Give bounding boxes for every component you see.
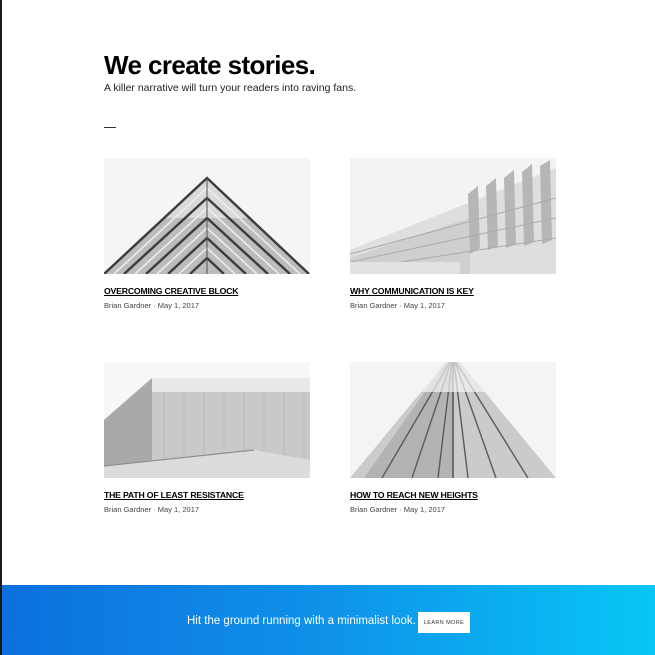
meta-separator: ·	[153, 505, 156, 514]
building-image	[350, 362, 556, 478]
post-thumbnail[interactable]	[104, 362, 310, 478]
left-border	[0, 0, 2, 655]
cta-text: Hit the ground running with a minimalist…	[187, 615, 416, 627]
page-title: We create stories.	[104, 50, 316, 80]
cta-banner: Hit the ground running with a minimalist…	[2, 585, 655, 655]
post-date: May 1, 2017	[157, 505, 200, 514]
post-date: May 1, 2017	[403, 505, 446, 514]
post-author: Brian Gardner	[104, 505, 152, 514]
meta-separator: ·	[399, 301, 402, 310]
post-thumbnail[interactable]	[104, 158, 310, 274]
meta-separator: ·	[399, 505, 402, 514]
post-meta: Brian Gardner · May 1, 2017	[104, 505, 310, 515]
learn-more-button[interactable]: LEARN MORE	[418, 612, 470, 633]
post-author: Brian Gardner	[350, 505, 398, 514]
post-meta: Brian Gardner · May 1, 2017	[350, 301, 556, 311]
post-meta: Brian Gardner · May 1, 2017	[104, 301, 310, 311]
meta-separator: ·	[153, 301, 156, 310]
post-author: Brian Gardner	[104, 301, 152, 310]
post-card: WHY COMMUNICATION IS KEY Brian Gardner ·…	[350, 158, 556, 311]
post-date: May 1, 2017	[403, 301, 446, 310]
post-meta: Brian Gardner · May 1, 2017	[350, 505, 556, 515]
building-image	[104, 362, 310, 478]
post-title[interactable]: WHY COMMUNICATION IS KEY	[350, 286, 556, 297]
post-title[interactable]: HOW TO REACH NEW HEIGHTS	[350, 490, 556, 501]
post-author: Brian Gardner	[350, 301, 398, 310]
post-card: OVERCOMING CREATIVE BLOCK Brian Gardner …	[104, 158, 310, 311]
post-thumbnail[interactable]	[350, 362, 556, 478]
post-card: HOW TO REACH NEW HEIGHTS Brian Gardner ·…	[350, 362, 556, 515]
post-title[interactable]: THE PATH OF LEAST RESISTANCE	[104, 490, 310, 501]
post-date: May 1, 2017	[157, 301, 200, 310]
post-card: THE PATH OF LEAST RESISTANCE Brian Gardn…	[104, 362, 310, 515]
divider	[104, 127, 116, 128]
building-image	[350, 158, 556, 274]
page-subtitle: A killer narrative will turn your reader…	[104, 82, 357, 94]
post-title[interactable]: OVERCOMING CREATIVE BLOCK	[104, 286, 310, 297]
building-image	[104, 158, 310, 274]
post-thumbnail[interactable]	[350, 158, 556, 274]
